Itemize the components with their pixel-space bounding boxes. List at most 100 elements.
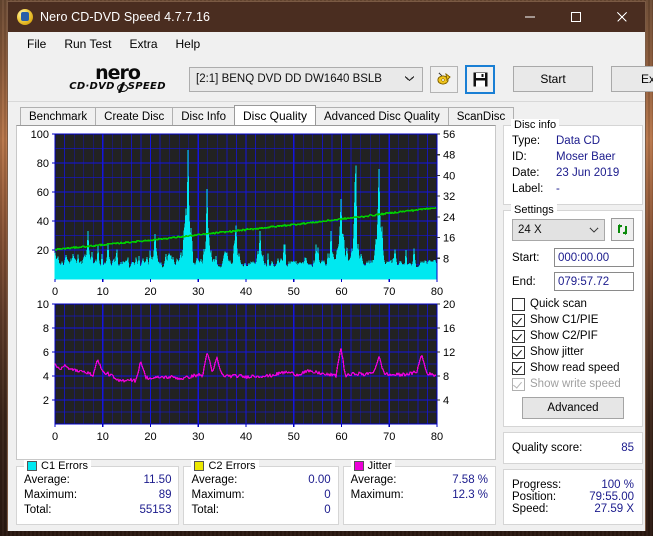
refresh-arrows-icon[interactable]: [611, 218, 634, 241]
c1-errors-title: C1 Errors: [41, 460, 89, 472]
svg-text:10: 10: [97, 431, 109, 443]
disc-date-label: Date:: [512, 167, 540, 179]
svg-text:60: 60: [335, 286, 347, 298]
end-field-row: End: 079:57.72: [512, 272, 634, 291]
c2-total-row: Total: 0: [191, 503, 330, 518]
svg-text:80: 80: [37, 158, 49, 170]
c2-average-label: Average:: [191, 474, 238, 486]
charts-column: 20 40 60 80 100 8 16 24 32 40 48 56 0 10 20 30 40 50 60 70 8…: [16, 125, 497, 525]
show-c1-pie-checkbox[interactable]: [512, 313, 525, 327]
show-c2-pif-checkbox[interactable]: [512, 329, 525, 343]
tab-disc-quality[interactable]: Disc Quality: [234, 105, 317, 125]
show-c2-pif-label: Show C2/PIF: [530, 330, 598, 342]
svg-text:70: 70: [383, 431, 395, 443]
menu-extra[interactable]: Extra: [120, 35, 166, 53]
save-floppy-icon[interactable]: [465, 64, 495, 94]
c2-color-swatch: [194, 461, 205, 471]
exit-button[interactable]: Exit: [611, 66, 653, 92]
show-read-speed-checkbox[interactable]: [512, 361, 525, 375]
tab-scandisc[interactable]: ScanDisc: [447, 107, 515, 125]
drive-select[interactable]: [2:1] BENQ DVD DD DW1640 BSLB: [189, 66, 423, 92]
start-input[interactable]: 000:00.00: [554, 248, 634, 267]
jitter-box: Jitter Average: 7.58 % Maximum: 12.3 %: [342, 460, 497, 525]
checkbox-show-write-speed: Show write speed: [512, 376, 634, 392]
menu-bar: File Run Test Extra Help: [8, 32, 645, 57]
jitter-average-value: 7.58 %: [452, 474, 489, 486]
jitter-color-swatch: [353, 461, 364, 471]
jitter-title: Jitter: [367, 460, 392, 472]
disc-type-row: Type: Data CD: [512, 133, 634, 149]
disc-type-value: Data CD: [556, 135, 601, 147]
tab-create-disc[interactable]: Create Disc: [95, 107, 174, 125]
svg-text:60: 60: [37, 187, 49, 199]
disc-id-row: ID: Moser Baer: [512, 149, 634, 165]
start-button[interactable]: Start: [513, 66, 593, 92]
disc-quality-charts: 2040608010081624324048560 10 20 30 40 50 60 70 8…: [31, 129, 456, 443]
settings-legend: Settings: [511, 204, 557, 216]
tab-benchmark[interactable]: Benchmark: [20, 107, 97, 125]
quality-score-value: 85: [621, 442, 634, 454]
svg-text:4: 4: [43, 371, 49, 383]
toolbar: nero CD·DVD SPEED [2:1] BENQ DVD DD DW16…: [8, 57, 653, 102]
quick-scan-checkbox[interactable]: [512, 297, 525, 311]
menu-file[interactable]: File: [18, 35, 55, 53]
menu-help[interactable]: Help: [167, 35, 210, 53]
quality-score-row: Quality score: 85: [512, 442, 634, 454]
jitter-maximum-row: Maximum: 12.3 %: [351, 488, 488, 503]
c2-maximum-label: Maximum:: [191, 489, 245, 501]
disc-label-value: -: [556, 183, 560, 195]
end-input[interactable]: 079:57.72: [554, 272, 634, 291]
svg-text:16: 16: [443, 323, 455, 335]
svg-text:100: 100: [31, 129, 49, 141]
tab-disc-info[interactable]: Disc Info: [172, 107, 235, 125]
checkbox-show-jitter[interactable]: Show jitter: [512, 344, 634, 360]
tab-content: 20 40 60 80 100 8 16 24 32 40 48 56 0 10 20 30 40 50 60 70 8…: [8, 119, 645, 531]
show-jitter-checkbox[interactable]: [512, 345, 525, 359]
svg-text:10: 10: [97, 286, 109, 298]
svg-text:8: 8: [443, 371, 449, 383]
c2-maximum-row: Maximum: 0: [191, 488, 330, 503]
nero-cd-dvd-speed-window: Nero CD-DVD Speed 4.7.7.16 File Run Test…: [8, 2, 653, 531]
c2-average-row: Average: 0.00: [191, 473, 330, 488]
speed-select[interactable]: 24 X: [512, 218, 605, 241]
svg-text:6: 6: [43, 347, 49, 359]
jitter-average-row: Average: 7.58 %: [351, 473, 488, 488]
checkbox-show-c1-pie[interactable]: Show C1/PIE: [512, 312, 634, 328]
svg-text:70: 70: [383, 286, 395, 298]
settings-box: Settings 24 X Start: 000:00.00 End: 079:…: [503, 204, 643, 427]
disc-info-legend: Disc info: [511, 119, 560, 131]
checkbox-quick-scan[interactable]: Quick scan: [512, 296, 634, 312]
tab-advanced-disc-quality[interactable]: Advanced Disc Quality: [315, 107, 449, 125]
logo-cd-dvd-text: CD·DVD: [69, 81, 115, 92]
c1-errors-box: C1 Errors Average: 11.50 Maximum: 89 Tot…: [16, 460, 180, 525]
checkbox-show-read-speed[interactable]: Show read speed: [512, 360, 634, 376]
minimize-icon[interactable]: [507, 2, 553, 32]
svg-text:40: 40: [240, 286, 252, 298]
svg-text:10: 10: [37, 299, 49, 311]
speed-stat-label: Speed:: [512, 503, 549, 515]
menu-run-test[interactable]: Run Test: [55, 35, 120, 53]
c2-average-value: 0.00: [308, 474, 331, 486]
jitter-maximum-value: 12.3 %: [452, 489, 489, 501]
show-write-speed-checkbox: [512, 377, 525, 391]
progress-value: 100 %: [601, 479, 634, 491]
svg-text:30: 30: [192, 431, 204, 443]
logo-nero-text: nero: [95, 62, 141, 84]
disc-id-label: ID:: [512, 151, 527, 163]
speed-select-value: 24 X: [518, 223, 542, 236]
statistics-row: C1 Errors Average: 11.50 Maximum: 89 Tot…: [16, 460, 497, 525]
eject-disc-icon[interactable]: [430, 65, 458, 93]
close-icon[interactable]: [599, 2, 645, 32]
svg-text:56: 56: [443, 129, 455, 141]
maximize-icon[interactable]: [553, 2, 599, 32]
jitter-average-label: Average:: [350, 474, 397, 486]
c1-total-row: Total: 55153: [24, 503, 171, 518]
c1-color-swatch: [27, 461, 37, 471]
svg-text:30: 30: [192, 286, 204, 298]
checkbox-show-c2-pif[interactable]: Show C2/PIF: [512, 328, 634, 344]
nero-disc-icon: [17, 9, 33, 25]
c2-total-value: 0: [324, 504, 331, 516]
chevron-down-icon: [589, 225, 599, 235]
svg-text:80: 80: [431, 286, 443, 298]
advanced-button[interactable]: Advanced: [522, 397, 624, 419]
